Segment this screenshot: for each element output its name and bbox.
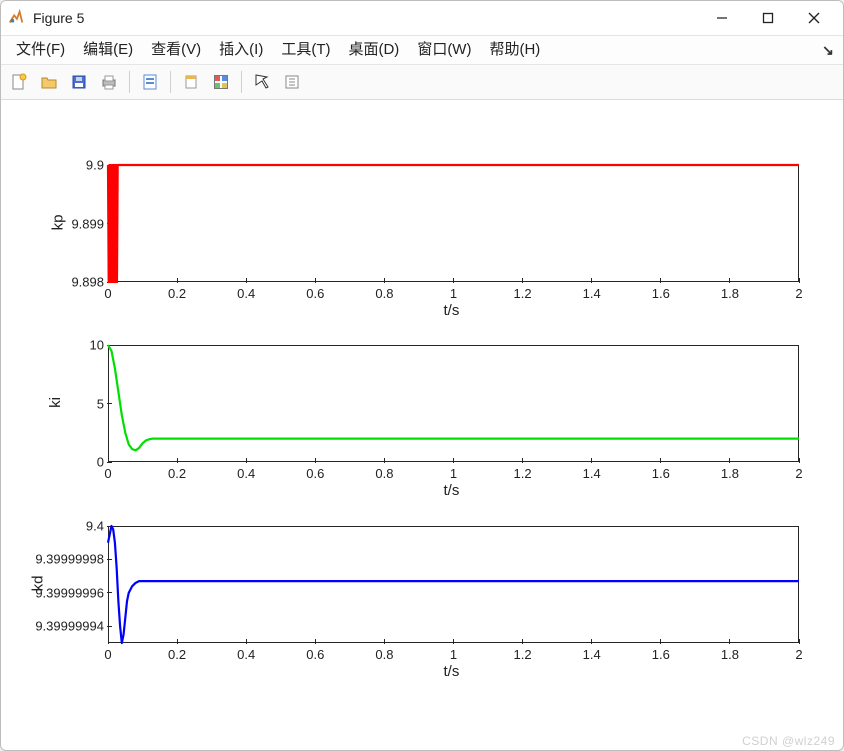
menu-item-7[interactable]: 帮助(H) xyxy=(480,36,549,64)
xtick-label: 1.8 xyxy=(721,462,739,481)
xtick-label: 0.4 xyxy=(237,643,255,662)
menu-item-4[interactable]: 工具(T) xyxy=(272,36,339,64)
xtick-label: 0.6 xyxy=(306,462,324,481)
xtick-label: 1 xyxy=(450,282,457,301)
axes-kp[interactable]: 9.8989.8999.900.20.40.60.811.21.41.61.82… xyxy=(108,165,799,282)
xlabel: t/s xyxy=(444,302,460,319)
close-button[interactable] xyxy=(791,1,837,35)
plot-line-kp xyxy=(108,165,799,282)
xtick-label: 1.4 xyxy=(583,462,601,481)
ytick-label: 9.39999998 xyxy=(35,552,108,567)
save-button[interactable] xyxy=(65,68,93,96)
xlabel: t/s xyxy=(444,663,460,680)
ytick-label: 9.9 xyxy=(86,158,108,173)
menu-item-3[interactable]: 插入(I) xyxy=(210,36,272,64)
toolbar-separator xyxy=(170,71,171,93)
xtick-label: 0 xyxy=(104,282,111,301)
menu-item-1[interactable]: 编辑(E) xyxy=(74,36,142,64)
data-cursor-button[interactable] xyxy=(278,68,306,96)
xtick-label: 1 xyxy=(450,643,457,662)
toolbar xyxy=(1,65,843,100)
ylabel: kd xyxy=(29,575,46,591)
titlebar: Figure 5 xyxy=(1,1,843,36)
xtick-label: 0 xyxy=(104,462,111,481)
ylabel: kp xyxy=(49,214,66,230)
minimize-button[interactable] xyxy=(699,1,745,35)
print-preview-button[interactable] xyxy=(136,68,164,96)
menu-item-0[interactable]: 文件(F) xyxy=(7,36,74,64)
maximize-button[interactable] xyxy=(745,1,791,35)
open-button[interactable] xyxy=(35,68,63,96)
xtick-label: 1.4 xyxy=(583,282,601,301)
xtick-label: 2 xyxy=(795,462,802,481)
xtick-label: 2 xyxy=(795,282,802,301)
menu-item-6[interactable]: 窗口(W) xyxy=(408,36,480,64)
xtick-label: 0.4 xyxy=(237,462,255,481)
plot-line-kd xyxy=(108,526,799,643)
xlabel: t/s xyxy=(444,482,460,499)
ytick-label: 9.4 xyxy=(86,519,108,534)
xtick-label: 0.8 xyxy=(375,462,393,481)
window-controls xyxy=(699,1,837,35)
xtick-label: 0.2 xyxy=(168,282,186,301)
xtick-label: 0.2 xyxy=(168,643,186,662)
xtick-label: 1.6 xyxy=(652,462,670,481)
xtick-label: 1.6 xyxy=(652,643,670,662)
xtick-label: 1.2 xyxy=(514,282,532,301)
xtick-label: 1.8 xyxy=(721,282,739,301)
ylabel: ki xyxy=(47,397,64,408)
axes-ki[interactable]: 051000.20.40.60.811.21.41.61.82kit/s xyxy=(108,345,799,462)
insert-colorbar-button[interactable] xyxy=(207,68,235,96)
toolbar-separator xyxy=(129,71,130,93)
figure-window: Figure 5 文件(F)编辑(E)查看(V)插入(I)工具(T)桌面(D)窗… xyxy=(0,0,844,751)
xtick-label: 0.8 xyxy=(375,643,393,662)
xtick-label: 0 xyxy=(104,643,111,662)
link-axes-button[interactable] xyxy=(177,68,205,96)
menu-overflow-icon[interactable]: ↘ xyxy=(819,42,837,59)
menu-item-2[interactable]: 查看(V) xyxy=(142,36,210,64)
xtick-label: 0.6 xyxy=(306,282,324,301)
plot-line-ki xyxy=(108,345,799,462)
toolbar-separator xyxy=(241,71,242,93)
ytick-label: 10 xyxy=(90,338,108,353)
xtick-label: 1.2 xyxy=(514,643,532,662)
xtick-label: 0.6 xyxy=(306,643,324,662)
xtick-label: 1 xyxy=(450,462,457,481)
xtick-label: 0.4 xyxy=(237,282,255,301)
figure-canvas[interactable]: 9.898 9.899 9.9 0 0.2 0.4 0.6 0.8 1 1.2 1.4 1.6 1.8 2… xyxy=(5,101,839,746)
xtick-label: 1.4 xyxy=(583,643,601,662)
xtick-label: 1.8 xyxy=(721,643,739,662)
watermark-text: CSDN @wlz249 xyxy=(742,734,835,748)
ytick-label: 9.898 xyxy=(71,275,108,290)
menu-item-5[interactable]: 桌面(D) xyxy=(339,36,408,64)
xtick-label: 1.6 xyxy=(652,282,670,301)
axes-kd[interactable]: 9.399999949.399999969.399999989.400.20.4… xyxy=(108,526,799,643)
print-button[interactable] xyxy=(95,68,123,96)
ytick-label: 9.39999994 xyxy=(35,619,108,634)
ytick-label: 9.899 xyxy=(71,216,108,231)
xtick-label: 0.8 xyxy=(375,282,393,301)
matlab-icon xyxy=(7,9,25,27)
xtick-label: 0.2 xyxy=(168,462,186,481)
new-figure-button[interactable] xyxy=(5,68,33,96)
edit-plot-button[interactable] xyxy=(248,68,276,96)
xtick-label: 2 xyxy=(795,643,802,662)
window-title: Figure 5 xyxy=(33,10,699,26)
menubar: 文件(F)编辑(E)查看(V)插入(I)工具(T)桌面(D)窗口(W)帮助(H)… xyxy=(1,36,843,65)
xtick-label: 1.2 xyxy=(514,462,532,481)
